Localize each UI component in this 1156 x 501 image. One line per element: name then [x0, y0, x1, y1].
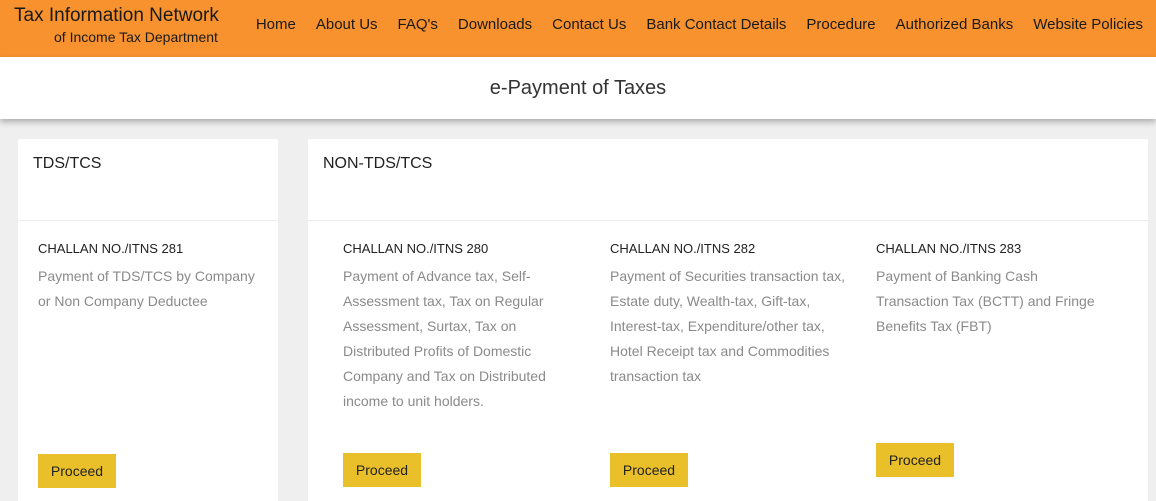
nav-contact-us[interactable]: Contact Us: [552, 16, 626, 33]
nav-procedure[interactable]: Procedure: [806, 16, 875, 33]
tds-tcs-title: TDS/TCS: [33, 155, 102, 172]
nav-authorized-banks[interactable]: Authorized Banks: [896, 16, 1014, 33]
challan-280-number: CHALLAN NO./ITNS 280: [343, 241, 489, 256]
brand-subtitle[interactable]: of Income Tax Department: [54, 29, 218, 45]
nav-home[interactable]: Home: [256, 16, 296, 33]
challan-281-number: CHALLAN NO./ITNS 281: [38, 241, 184, 256]
tds-tcs-card: TDS/TCS CHALLAN NO./ITNS 281 Payment of …: [18, 139, 278, 501]
nav-about-us[interactable]: About Us: [316, 16, 378, 33]
proceed-283-button[interactable]: Proceed: [876, 443, 954, 477]
non-tds-tcs-card: NON-TDS/TCS CHALLAN NO./ITNS 280 Payment…: [308, 139, 1148, 501]
challan-282-number: CHALLAN NO./ITNS 282: [610, 241, 756, 256]
challan-282-description: Payment of Securities transaction tax, E…: [610, 268, 845, 384]
challan-280: CHALLAN NO./ITNS 280 Payment of Advance …: [343, 241, 558, 414]
page-title: e-Payment of Taxes: [489, 77, 667, 99]
nav-website-policies[interactable]: Website Policies: [1033, 16, 1143, 33]
brand-title[interactable]: Tax Information Network: [14, 5, 219, 27]
non-tds-tcs-card-header: NON-TDS/TCS: [308, 139, 1148, 221]
top-header: Tax Information Network of Income Tax De…: [0, 0, 1156, 57]
page-title-bar: e-Payment of Taxes: [0, 57, 1156, 119]
nav-bank-contact-details[interactable]: Bank Contact Details: [646, 16, 786, 33]
challan-283: CHALLAN NO./ITNS 283 Payment of Banking …: [876, 241, 1106, 339]
challan-282: CHALLAN NO./ITNS 282 Payment of Securiti…: [610, 241, 850, 389]
proceed-282-button[interactable]: Proceed: [610, 453, 688, 487]
proceed-280-button[interactable]: Proceed: [343, 453, 421, 487]
main-nav: Home About Us FAQ's Downloads Contact Us…: [236, 16, 1143, 33]
challan-280-description: Payment of Advance tax, Self-Assessment …: [343, 268, 546, 409]
nav-faqs[interactable]: FAQ's: [398, 16, 438, 33]
nav-downloads[interactable]: Downloads: [458, 16, 532, 33]
challan-283-number: CHALLAN NO./ITNS 283: [876, 241, 1022, 256]
challan-281-description: Payment of TDS/TCS by Company or Non Com…: [38, 268, 255, 309]
tds-tcs-card-header: TDS/TCS: [18, 139, 278, 221]
proceed-281-button[interactable]: Proceed: [38, 454, 116, 488]
challan-283-description: Payment of Banking Cash Transaction Tax …: [876, 268, 1095, 334]
challan-281: CHALLAN NO./ITNS 281 Payment of TDS/TCS …: [38, 241, 263, 314]
non-tds-tcs-title: NON-TDS/TCS: [323, 155, 433, 172]
